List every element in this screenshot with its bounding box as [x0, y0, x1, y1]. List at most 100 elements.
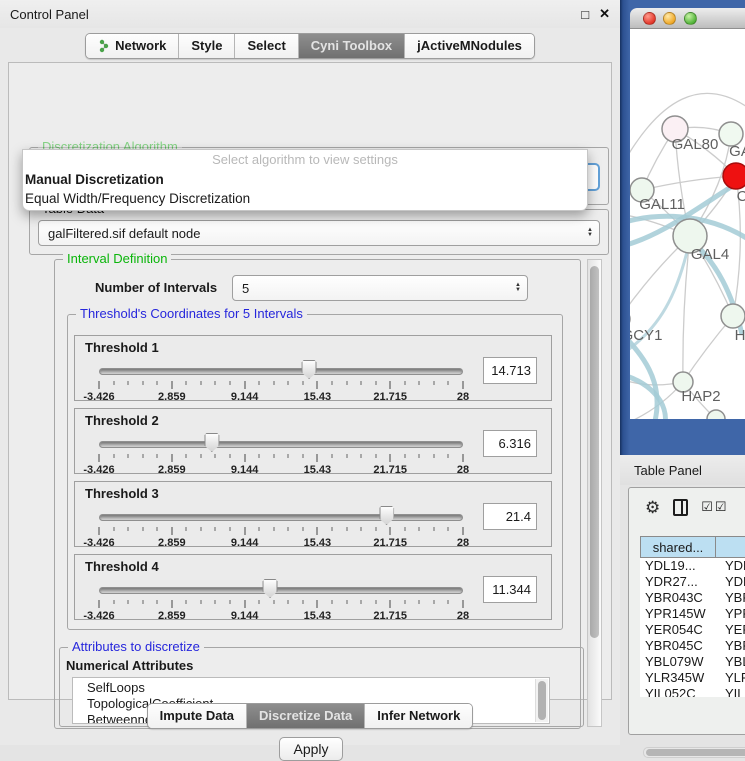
scrollbar-thumb[interactable] — [646, 749, 745, 756]
network-node[interactable] — [707, 410, 725, 419]
tab-discretize-data[interactable]: Discretize Data — [246, 704, 364, 728]
table-row[interactable]: YLR345WYLR3 — [640, 670, 745, 686]
tab-impute-data[interactable]: Impute Data — [148, 704, 246, 728]
table-cell[interactable]: YPR145W — [640, 606, 716, 622]
slider-tick — [361, 454, 362, 458]
slider-tick — [375, 454, 376, 458]
table-row[interactable]: YPR145WYPR1 — [640, 606, 745, 622]
table-cell[interactable]: YDL1 — [716, 558, 745, 574]
close-traffic-light[interactable] — [643, 12, 656, 25]
table-cell[interactable]: YBL079W — [640, 654, 716, 670]
slider-tick — [171, 527, 172, 535]
slider-tick — [99, 527, 100, 535]
table-row[interactable]: YER054CYER0 — [640, 622, 745, 638]
threshold-2-slider[interactable]: -3.4262.8599.14415.4321.71528 — [99, 432, 463, 474]
column-header-name[interactable]: na — [716, 536, 745, 558]
table-row[interactable]: YBR043CYBR0 — [640, 590, 745, 606]
slider-track[interactable] — [99, 587, 463, 594]
columns-icon[interactable] — [673, 499, 688, 516]
table-cell[interactable]: YDR2 — [716, 574, 745, 590]
slider-tick — [346, 527, 347, 531]
table-cell[interactable]: YBR043C — [640, 590, 716, 606]
table-panel: Table Panel ⚙ ☑ ☑ shared... na YDL19...Y… — [620, 455, 745, 745]
threshold-4-slider[interactable]: -3.4262.8599.14415.4321.71528 — [99, 578, 463, 620]
tab-jactivemnodules[interactable]: jActiveMNodules — [404, 34, 534, 58]
threshold-3-value-field[interactable]: 21.4 — [483, 503, 537, 530]
network-window-titlebar[interactable] — [630, 8, 745, 29]
table-cell[interactable]: YPR1 — [716, 606, 745, 622]
number-of-intervals-combobox[interactable]: 5 ▲ ▼ — [232, 275, 528, 301]
table-cell[interactable]: YBR045C — [640, 638, 716, 654]
slider-tick — [317, 600, 318, 608]
minimize-traffic-light[interactable] — [663, 12, 676, 25]
slider-tick — [99, 381, 100, 389]
gear-icon[interactable]: ⚙ — [645, 499, 660, 516]
float-window-icon[interactable]: □ — [581, 7, 589, 22]
slider-track[interactable] — [99, 368, 463, 375]
slider-track[interactable] — [99, 441, 463, 448]
apply-button[interactable]: Apply — [279, 737, 343, 761]
zoom-traffic-light[interactable] — [684, 12, 697, 25]
network-node-h[interactable] — [721, 304, 745, 328]
slider-track[interactable] — [99, 514, 463, 521]
table-cell[interactable]: YBR0 — [716, 590, 745, 606]
table-cell[interactable]: YER054C — [640, 622, 716, 638]
table-data-combobox[interactable]: galFiltered.sif default node ▲ ▼ — [38, 220, 600, 246]
slider-tick — [273, 600, 274, 604]
slider-thumb[interactable] — [204, 433, 219, 452]
slider-tick — [186, 454, 187, 458]
slider-tick — [230, 454, 231, 458]
popup-item-equal-width-frequency[interactable]: Equal Width/Frequency Discretization — [23, 189, 587, 208]
table-cell[interactable]: YLR3 — [716, 670, 745, 686]
slider-tick — [331, 381, 332, 385]
slider-thumb[interactable] — [263, 579, 278, 598]
table-cell[interactable]: YBR0 — [716, 638, 745, 654]
table-row[interactable]: YDR27...YDR2 — [640, 574, 745, 590]
slider-tick-label: 28 — [457, 391, 469, 403]
slider-tick-label: -3.426 — [83, 537, 114, 549]
table-cell[interactable]: YIL052C — [640, 686, 716, 697]
table-cell[interactable]: YDL19... — [640, 558, 716, 574]
table-cell[interactable]: YBL0 — [716, 654, 745, 670]
network-canvas[interactable]: GAL80GACGAL11GAL4GCY1HHAP2 — [630, 29, 745, 419]
threshold-1-value-field[interactable]: 14.713 — [483, 357, 537, 384]
table-cell[interactable]: YLR345W — [640, 670, 716, 686]
table-cell[interactable]: YIL0 — [716, 686, 745, 697]
slider-thumb[interactable] — [302, 360, 317, 379]
column-header-shared-name[interactable]: shared... — [640, 536, 716, 558]
table-cell[interactable]: YER0 — [716, 622, 745, 638]
control-panel-title: Control Panel — [10, 7, 571, 22]
numerical-attributes-heading: Numerical Attributes — [66, 658, 193, 673]
table-row[interactable]: YBL079WYBL0 — [640, 654, 745, 670]
panel-vertical-scrollbar[interactable] — [587, 259, 602, 727]
threshold-2-value-field[interactable]: 6.316 — [483, 430, 537, 457]
slider-thumb[interactable] — [379, 506, 394, 525]
table-cell[interactable]: YDR27... — [640, 574, 716, 590]
tab-cyni-toolbox[interactable]: Cyni Toolbox — [298, 34, 404, 58]
popup-item-manual-discretization[interactable]: Manual Discretization — [23, 170, 587, 189]
attribute-list-item[interactable]: SelfLoops — [87, 680, 535, 696]
slider-tick — [361, 381, 362, 385]
select-none-checkbox-icon[interactable]: ☑ — [715, 499, 727, 515]
tab-select[interactable]: Select — [234, 34, 297, 58]
tab-network[interactable]: Network — [86, 34, 178, 58]
threshold-1-slider[interactable]: -3.4262.8599.14415.4321.71528 — [99, 359, 463, 401]
slider-tick — [404, 600, 405, 604]
table-row[interactable]: YIL052CYIL0 — [640, 686, 745, 697]
table-horizontal-scrollbar[interactable] — [643, 747, 745, 758]
table-row[interactable]: YBR045CYBR0 — [640, 638, 745, 654]
threshold-4-value-field[interactable]: 11.344 — [483, 576, 537, 603]
tab-style[interactable]: Style — [178, 34, 234, 58]
tab-infer-network[interactable]: Infer Network — [364, 704, 472, 728]
network-node-c[interactable] — [723, 163, 745, 189]
slider-tick — [419, 600, 420, 604]
threshold-3-slider[interactable]: -3.4262.8599.14415.4321.71528 — [99, 505, 463, 547]
table-body: YDL19...YDL1YDR27...YDR2YBR043CYBR0YPR14… — [640, 558, 745, 697]
slider-tick — [317, 527, 318, 535]
slider-tick — [128, 381, 129, 385]
table-row[interactable]: YDL19...YDL1 — [640, 558, 745, 574]
close-icon[interactable]: ✕ — [599, 6, 610, 22]
select-all-checkbox-icon[interactable]: ☑ — [701, 499, 713, 515]
slider-tick — [157, 454, 158, 458]
scrollbar-thumb[interactable] — [590, 266, 599, 638]
